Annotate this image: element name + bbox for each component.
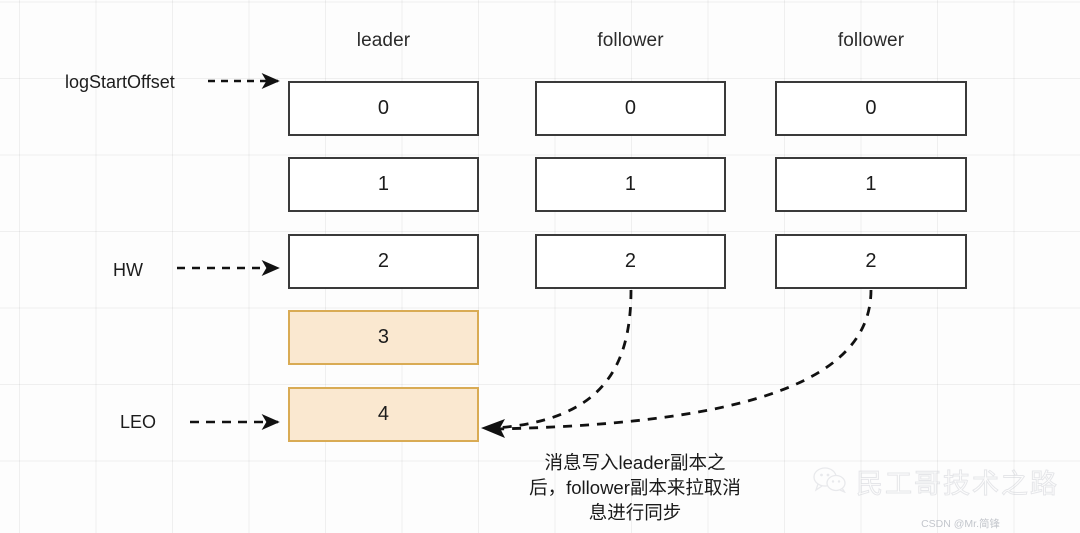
leader-cell-2: 2 [288,234,479,289]
sync-caption-line-1: 消息写入leader副本之 [544,452,726,473]
marker-label-hw: HW [113,260,143,280]
column-title-follower-2: follower [837,30,905,51]
sync-curve-follower-1 [495,289,633,430]
credit-text: CSDN @Mr.简锋 [921,518,1000,530]
follower-1-cell-0: 0 [535,81,726,136]
sync-curve-follower-2 [495,289,873,431]
follower-1-cell-1: 1 [535,157,726,212]
column-title-leader: leader [356,30,411,51]
sync-caption-line-3: 息进行同步 [588,501,682,523]
sync-caption-line-2: 后，follower副本来拉取消 [529,476,741,498]
marker-label-logstartoffset: logStartOffset [65,72,175,92]
follower-2-cell-2: 2 [775,234,967,289]
marker-label-leo: LEO [120,412,157,432]
sync-arrowhead [481,419,505,438]
leader-cell-0: 0 [288,81,479,136]
wechat-icon [813,466,847,498]
follower-1-cell-2: 2 [535,234,726,289]
leader-cell-3: 3 [288,310,479,365]
leader-cell-1: 1 [288,157,479,212]
follower-2-cell-1: 1 [775,157,967,212]
leader-cell-4: 4 [288,387,479,442]
column-title-follower-1: follower [597,30,664,51]
watermark-text: 民工哥技术之路 [856,469,1059,500]
watermark: 民工哥技术之路 [813,462,1059,501]
sync-caption: 消息写入leader副本之 后，follower副本来拉取消 息进行同步 [495,451,775,526]
diagram-canvas: leader follower follower 0 1 2 3 4 0 1 2… [0,0,1080,533]
follower-2-cell-0: 0 [775,81,967,136]
